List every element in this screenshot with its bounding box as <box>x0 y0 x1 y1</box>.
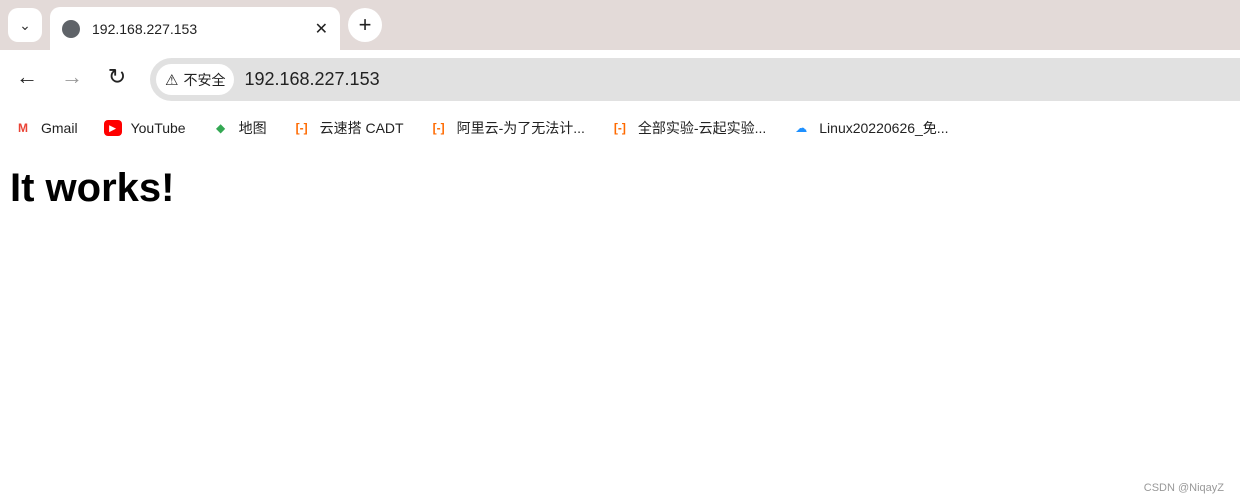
bookmark-item[interactable]: [-] 全部实验-云起实验... <box>611 118 766 138</box>
tab-title: 192.168.227.153 <box>92 20 198 37</box>
globe-icon <box>62 19 80 38</box>
bookmark-label: Gmail <box>41 120 78 136</box>
page-heading: It works! <box>10 166 175 210</box>
bookmark-label: YouTube <box>130 120 186 136</box>
bookmark-label: 全部实验-云起实验... <box>637 120 767 136</box>
bookmark-item[interactable]: ◆ 地图 <box>212 118 267 138</box>
address-bar[interactable]: ⚠ 不安全 192.168.227.153 <box>150 58 1240 101</box>
tab-search-button[interactable]: ⌄ <box>8 8 42 42</box>
youtube-icon: ▶ <box>103 120 122 136</box>
bookmarks-bar: M Gmail ▶ YouTube ◆ 地图 [-] 云速搭 CADT [-] 阿里云-为了无法计… <box>0 108 1240 148</box>
bookmark-item[interactable]: [-] 阿里云-为了无法计... <box>430 118 585 138</box>
security-chip[interactable]: ⚠ 不安全 <box>156 64 235 95</box>
bookmark-item[interactable]: ▶ YouTube <box>103 120 186 136</box>
tab-active[interactable]: 192.168.227.153 ✕ <box>50 7 340 50</box>
cloud-icon: ☁ <box>795 121 808 135</box>
reload-button[interactable]: ↻ <box>102 64 132 90</box>
forward-button[interactable]: → <box>57 64 87 90</box>
url-text[interactable]: 192.168.227.153 <box>244 69 379 90</box>
bookmark-item[interactable]: ☁ Linux20220626_免... <box>792 118 948 138</box>
tab-strip: ⌄ 192.168.227.153 ✕ + <box>0 0 1240 50</box>
watermark: CSDN @NiqayZ <box>1143 482 1224 494</box>
bookmark-item[interactable]: [-] 云速搭 CADT <box>293 118 404 138</box>
bookmark-label: 地图 <box>238 120 267 136</box>
maps-icon: ◆ <box>215 121 226 135</box>
aliyun-icon: [-] <box>432 121 445 135</box>
new-tab-button[interactable]: + <box>348 8 382 42</box>
aliyun-icon: [-] <box>613 121 626 135</box>
gmail-icon: M <box>18 121 28 135</box>
bookmark-item[interactable]: M Gmail <box>14 120 78 136</box>
back-button[interactable]: ← <box>12 64 42 90</box>
toolbar: ← → ↻ ⚠ 不安全 192.168.227.153 <box>0 50 1240 108</box>
bookmark-label: Linux20220626_免... <box>819 120 949 136</box>
warning-icon: ⚠ <box>165 71 179 89</box>
plus-icon: + <box>358 12 372 37</box>
security-label: 不安全 <box>183 71 226 88</box>
bookmark-label: 云速搭 CADT <box>319 120 404 136</box>
close-icon[interactable]: ✕ <box>315 19 328 39</box>
chevron-down-icon: ⌄ <box>19 16 31 33</box>
aliyun-icon: [-] <box>295 121 308 135</box>
bookmark-label: 阿里云-为了无法计... <box>456 120 585 136</box>
